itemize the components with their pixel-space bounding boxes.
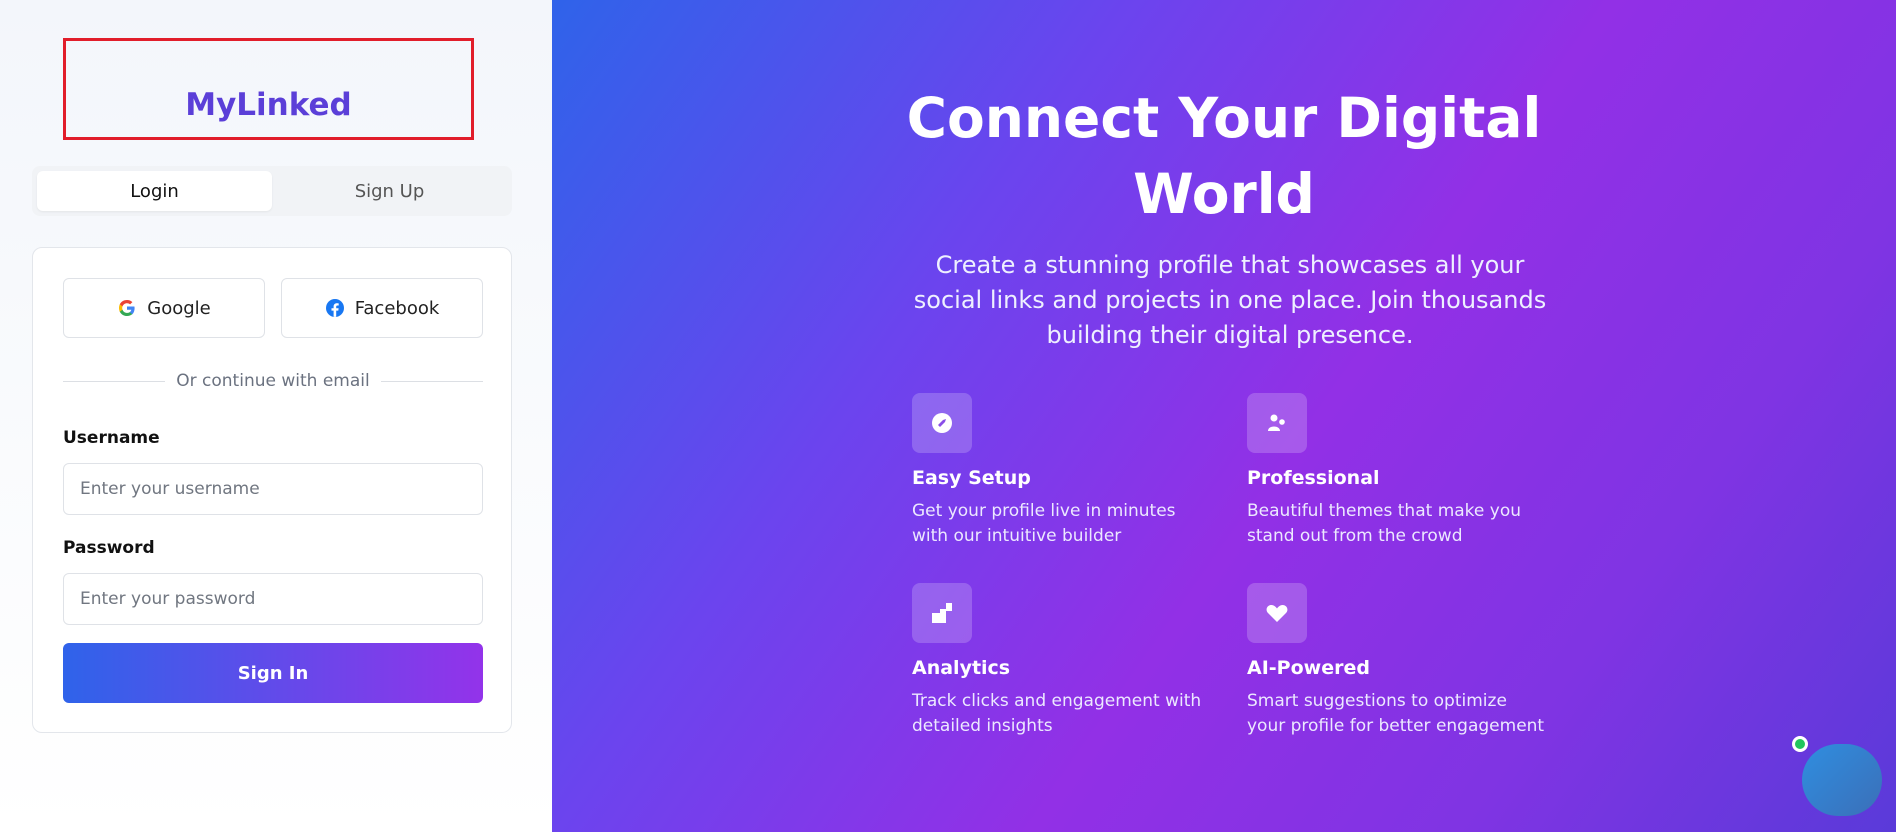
rocket-icon xyxy=(912,393,972,453)
feature-title: AI-Powered xyxy=(1247,657,1370,679)
email-divider: Or continue with email xyxy=(63,371,483,391)
feature-description: Beautiful themes that make you stand out… xyxy=(1247,501,1522,546)
auth-panel: MyLinked Login Sign Up Google Facebook O… xyxy=(0,0,552,832)
username-input[interactable] xyxy=(63,463,483,515)
feature-title: Professional xyxy=(1247,467,1380,489)
online-status-dot xyxy=(1792,736,1808,752)
facebook-button[interactable]: Facebook xyxy=(281,278,483,338)
feature-title: Analytics xyxy=(912,657,1011,679)
feature-ai-powered: AI-Powered Smart suggestions to optimize… xyxy=(1247,583,1547,739)
password-input[interactable] xyxy=(63,573,483,625)
hero-subtitle: Create a stunning profile that showcases… xyxy=(913,251,1547,349)
facebook-icon xyxy=(325,299,344,317)
feature-title: Easy Setup xyxy=(912,467,1031,489)
tab-sign-up[interactable]: Sign Up xyxy=(272,171,507,211)
heart-icon xyxy=(1247,583,1307,643)
logo-box: MyLinked xyxy=(63,38,474,140)
users-icon xyxy=(1247,393,1307,453)
divider-line-right xyxy=(381,381,483,382)
feature-description: Smart suggestions to optimize your profi… xyxy=(1247,691,1545,736)
hero-title-text: Connect Your Digital World xyxy=(906,86,1542,226)
feature-analytics: Analytics Track clicks and engagement wi… xyxy=(912,583,1212,739)
password-label: Password xyxy=(63,538,155,558)
google-button[interactable]: Google xyxy=(63,278,265,338)
feature-professional: Professional Beautiful themes that make … xyxy=(1247,393,1547,549)
chat-button[interactable] xyxy=(1802,744,1882,816)
chart-icon xyxy=(912,583,972,643)
login-card: Google Facebook Or continue with email U… xyxy=(32,247,512,733)
username-label: Username xyxy=(63,428,160,448)
feature-description: Track clicks and engagement with detaile… xyxy=(912,691,1202,736)
sign-in-button[interactable]: Sign In xyxy=(63,643,483,703)
tab-login[interactable]: Login xyxy=(37,171,272,211)
hero-title: Connect Your Digital World xyxy=(552,80,1896,232)
facebook-button-label: Facebook xyxy=(354,297,440,319)
google-icon xyxy=(119,300,135,316)
feature-description: Get your profile live in minutes with ou… xyxy=(912,501,1176,546)
feature-easy-setup: Easy Setup Get your profile live in minu… xyxy=(912,393,1212,549)
auth-tabs: Login Sign Up xyxy=(32,166,512,216)
logo-text: MyLinked xyxy=(185,87,352,123)
google-button-label: Google xyxy=(147,297,211,319)
